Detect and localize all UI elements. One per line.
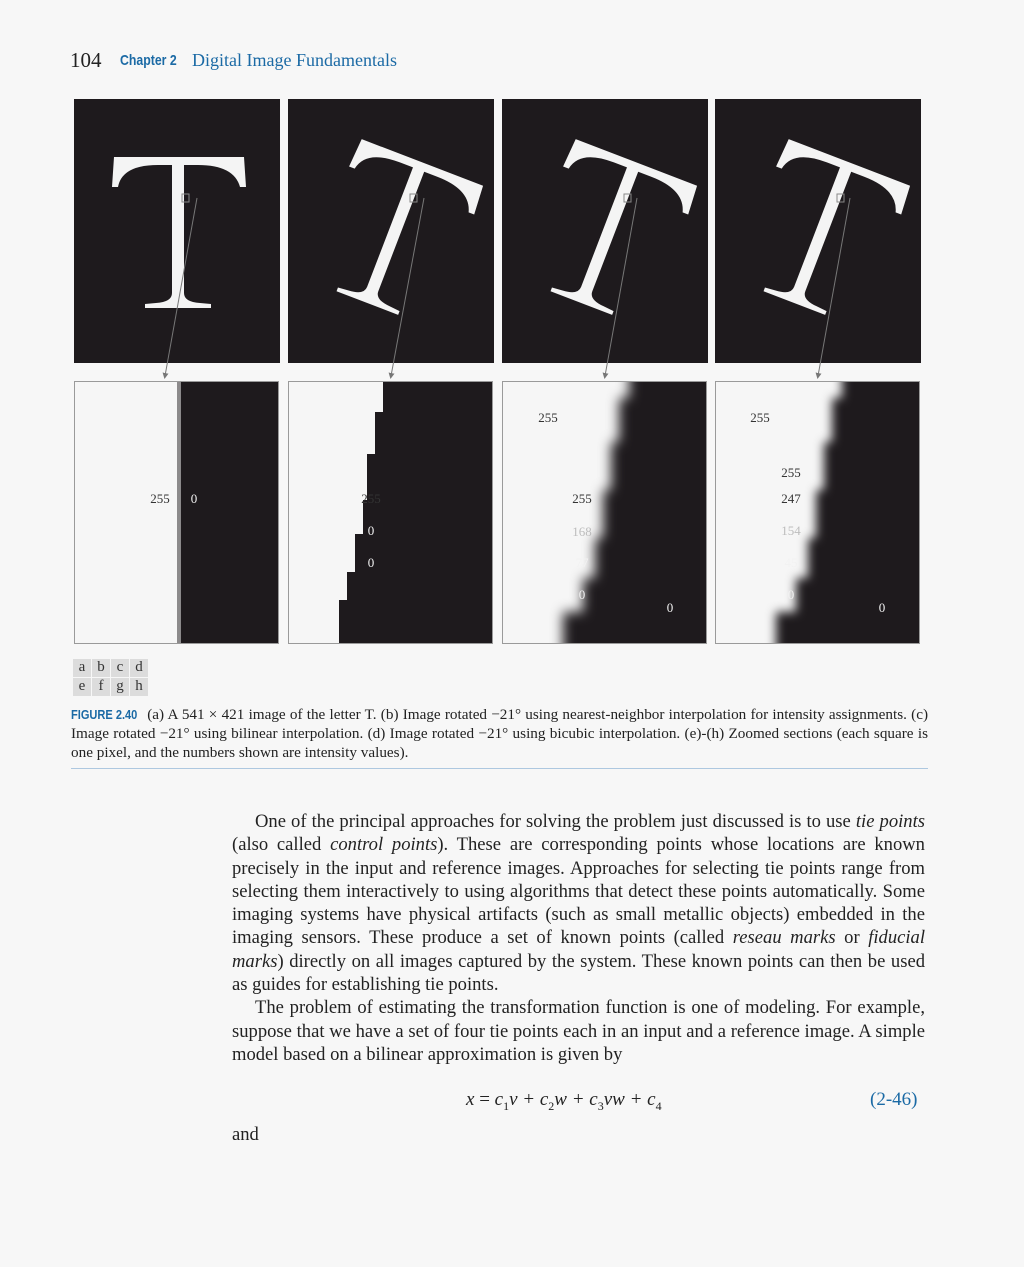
intensity-value: 255	[781, 465, 801, 480]
intensity-value: 255	[361, 491, 381, 506]
panel-letter: g	[111, 678, 129, 696]
eq-part: w +	[554, 1089, 590, 1110]
figure-caption: FIGURE 2.40 (a) A 541 × 421 image of the…	[71, 705, 928, 762]
term-reseau-marks: reseau marks	[732, 927, 836, 949]
intensity-value: 45	[784, 555, 798, 570]
intensity-value: 0	[666, 600, 674, 615]
zoom-smooth-edge	[716, 382, 919, 643]
panel-f-zoom-nearest: 255 0 0	[288, 381, 493, 644]
panel-letter: d	[130, 659, 148, 677]
intensity-value: 77	[575, 555, 589, 570]
intensity-value: 255	[538, 410, 558, 425]
intensity-value: 0	[367, 555, 375, 570]
intensity-value: 168	[572, 524, 592, 539]
term-tie-points: tie points	[855, 811, 925, 832]
eq-part: c	[494, 1089, 504, 1110]
chapter-label: Chapter 2	[120, 52, 177, 69]
panel-letter: h	[130, 678, 148, 696]
equation-number: (2-46)	[870, 1089, 918, 1110]
text-run: or	[835, 927, 869, 949]
panel-c-bilinear	[502, 99, 708, 363]
eq-subscript: 4	[655, 1098, 662, 1113]
paragraph: and	[232, 1124, 259, 1145]
intensity-value: 0	[787, 587, 795, 602]
panel-letter: a	[73, 659, 91, 677]
intensity-value: 247	[781, 491, 801, 506]
intensity-value: 255	[572, 491, 592, 506]
panel-a-original-t	[74, 99, 280, 363]
panel-letter: e	[73, 678, 91, 696]
zoom-staircase	[289, 382, 383, 643]
chapter-title: Digital Image Fundamentals	[192, 50, 397, 70]
letter-t-rotated	[763, 139, 911, 315]
zoom-smooth-edge	[503, 382, 706, 643]
intensity-value: 255	[150, 491, 170, 506]
paragraph: One of the principal approaches for solv…	[232, 810, 925, 996]
letter-t-upright	[112, 157, 246, 308]
panel-letter: c	[111, 659, 129, 677]
eq-part: c	[589, 1089, 598, 1110]
page-number: 104	[70, 48, 102, 72]
term-control-points: control points	[330, 834, 438, 856]
text-run: (also called	[232, 834, 331, 856]
intensity-value: 0	[367, 523, 375, 538]
intensity-value: 0	[190, 491, 198, 506]
body-text: One of the principal approaches for solv…	[232, 810, 925, 1066]
intensity-value: 0	[878, 600, 886, 615]
intensity-value: 0	[578, 587, 586, 602]
text-run: ) directly on all images captured by the…	[232, 950, 925, 996]
eq-part: v +	[509, 1089, 540, 1110]
zoom-edge	[75, 382, 181, 643]
panel-b-nearest-neighbor	[288, 99, 494, 363]
letter-t-rotated	[336, 139, 484, 315]
intensity-value: 154	[781, 523, 801, 538]
panel-d-bicubic	[715, 99, 921, 363]
eq-part: =	[474, 1089, 495, 1110]
figure-label: FIGURE 2.40	[71, 707, 138, 722]
panel-h-zoom-bicubic: 255 255 247 154 45 0 0	[715, 381, 920, 644]
panel-e-zoom-original: 255 0	[74, 381, 279, 644]
eq-part: c	[647, 1089, 656, 1110]
equation-2-46: x = c1v + c2w + c3vw + c4	[466, 1089, 662, 1114]
panel-g-zoom-bilinear: 255 255 168 77 0 0	[502, 381, 707, 644]
caption-text: (a) A 541 × 421 image of the letter T. (…	[71, 706, 929, 761]
text-run: One of the principal approaches for solv…	[255, 811, 856, 832]
eq-part: vw +	[603, 1089, 648, 1110]
letter-t-rotated	[550, 139, 698, 315]
panel-letter: f	[92, 678, 110, 696]
panel-letter: b	[92, 659, 110, 677]
paragraph: The problem of estimating the transforma…	[232, 997, 925, 1065]
intensity-value: 255	[750, 410, 770, 425]
caption-divider	[71, 768, 928, 769]
